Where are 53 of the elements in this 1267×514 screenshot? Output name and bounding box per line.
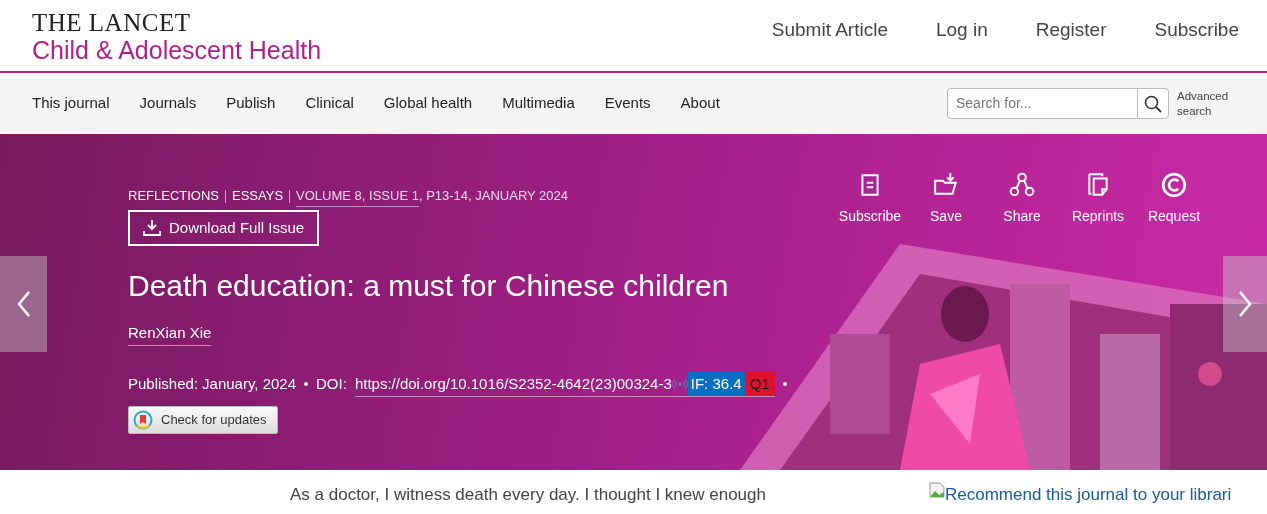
nav-link[interactable]: Global health xyxy=(383,92,473,115)
folder-download-icon xyxy=(933,172,959,198)
published-date: January, 2024 xyxy=(202,374,297,394)
nav-link[interactable]: Multimedia xyxy=(502,92,575,115)
download-button[interactable]: Download Full Issue xyxy=(128,209,320,246)
action-link[interactable]: Save xyxy=(908,172,984,227)
nav-link[interactable]: Journals xyxy=(139,92,197,115)
nav-link[interactable]: Events xyxy=(604,92,651,115)
doi-link[interactable]: https://doi.org/10.1016/S2352-4642(23)00324-3 xyxy=(354,372,672,395)
logo-subtitle: Child & Adolescent Health xyxy=(32,35,322,65)
bookmark-icon xyxy=(133,410,153,430)
issue-link[interactable]: VOLUME 8, ISSUE 1 xyxy=(296,186,419,207)
search-field[interactable]: Search for... xyxy=(947,88,1137,119)
recommend-link[interactable]: Recommend this journal to your librari xyxy=(945,482,1232,508)
category-label: REFLECTIONS xyxy=(128,187,219,205)
article-title: Death education: a must for Chinese children xyxy=(128,268,730,304)
category-label: ESSAYS xyxy=(232,187,284,205)
header-link[interactable]: Register xyxy=(1035,16,1107,45)
search-button[interactable] xyxy=(1137,88,1169,119)
issue-details: , P13-14, JANUARY 2024 xyxy=(418,187,568,205)
header-link[interactable]: Submit Article xyxy=(771,16,888,45)
share-icon xyxy=(1009,172,1035,198)
download-icon xyxy=(143,219,161,237)
search-icon xyxy=(1144,95,1162,114)
pages-icon xyxy=(1085,172,1111,198)
header-link[interactable]: Subscribe xyxy=(1154,16,1239,45)
next-button[interactable] xyxy=(1223,256,1267,352)
previous-button[interactable] xyxy=(0,256,47,352)
header-link[interactable]: Log in xyxy=(935,16,988,45)
impact-factor-badge: IF: 36.4 xyxy=(687,371,745,396)
nav-link[interactable]: About xyxy=(680,92,720,115)
action-link[interactable]: Share xyxy=(984,172,1060,227)
copyright-icon xyxy=(1161,172,1187,198)
author-link[interactable]: RenXian Xie xyxy=(128,322,212,346)
advanced-search-link[interactable]: Advanced search xyxy=(1177,88,1235,119)
signal-icon xyxy=(671,378,688,389)
action-link[interactable]: Subscribe xyxy=(832,172,908,227)
quartile-badge: Q1 xyxy=(744,371,775,396)
bullet-dot xyxy=(304,382,309,387)
chevron-left-icon xyxy=(16,291,31,317)
nav-link[interactable]: Clinical xyxy=(305,92,354,115)
action-link[interactable]: Request xyxy=(1136,172,1212,227)
nav-link[interactable]: Publish xyxy=(226,92,276,115)
action-link[interactable]: Reprints xyxy=(1060,172,1136,227)
article-text: As a doctor, I witness death every day. I thought I knew enough xyxy=(290,484,767,506)
bullet-dot xyxy=(782,382,787,387)
broken-image-icon xyxy=(929,482,945,498)
published-label: Published: xyxy=(128,374,199,394)
chevron-right-icon xyxy=(1238,291,1252,317)
doi-label: DOI: xyxy=(316,374,347,394)
logo-title: THE LANCET xyxy=(32,10,192,35)
nav-link[interactable]: This journal xyxy=(32,92,110,115)
check-updates-button[interactable]: Check for updates xyxy=(128,406,278,434)
